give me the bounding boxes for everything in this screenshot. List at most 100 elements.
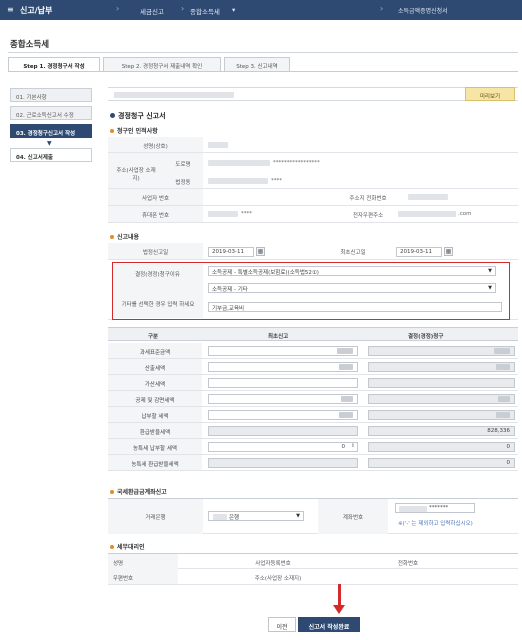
masked-value [114, 92, 234, 98]
table-row: 농특세 납부할 세액 0 ⇕ 0 [108, 439, 518, 455]
sidebar-item-claim-form[interactable]: 03. 경정청구신고서 작성 [10, 124, 92, 138]
sidebar-item-basic-info[interactable]: 01. 기본사항 [10, 88, 92, 102]
masked-mobile: **** [241, 211, 252, 217]
mobile-label: 휴대폰 번호 [141, 213, 170, 219]
chevron-right-icon: › [181, 4, 185, 13]
initial-date-field[interactable]: 2019-03-11 [396, 247, 442, 257]
road-name-label: 도로명 [175, 162, 191, 168]
initial-value-field[interactable] [208, 410, 358, 420]
agent-address-label: 주소(사업장 소재지) [254, 576, 302, 582]
table-row: 농특세 환급받을세액 0 [108, 455, 518, 471]
tab-step1[interactable]: Step 1. 경정청구서 작성 [8, 57, 100, 72]
table-row: 공제 및 감면세액 [108, 391, 518, 407]
initial-value-field [208, 458, 358, 468]
col-claim: 결정(경정)청구 [408, 334, 444, 340]
calendar-icon[interactable]: ▦ [256, 247, 265, 256]
tab-divider [8, 71, 518, 72]
claim-value-field [368, 410, 515, 420]
business-number-label: 사업자 번호 [141, 196, 170, 202]
name-row: 성명(상호) [108, 137, 518, 153]
claim-value-field [368, 362, 515, 372]
initial-value-field[interactable]: 0 ⇕ [208, 442, 358, 452]
initial-value-field[interactable] [208, 394, 358, 404]
initial-value-field[interactable] [208, 346, 358, 356]
masked-value [498, 396, 510, 402]
email-label: 전자우편주소 [352, 213, 384, 219]
dates-row: 법정신고일 2019-03-11 ▦ 최초신고일 2019-03-11 ▦ [108, 243, 518, 260]
filing-heading: 신고내용 [110, 232, 139, 241]
bank-select[interactable]: 은행 ▼ [208, 511, 304, 521]
masked-value [208, 178, 268, 184]
agent-bizno-label: 사업자등록번호 [255, 561, 291, 567]
section-title: 경정청구 신고서 [110, 111, 166, 121]
refund-heading: 국세환급금계좌신고 [110, 487, 167, 496]
initial-value-field [208, 426, 358, 436]
bullet-icon [110, 113, 115, 118]
sidebar-item-submit[interactable]: 04. 신고서제출 [10, 148, 92, 162]
row-label: 환급받을세액 [108, 423, 202, 438]
agent-row-2: 우편번호 주소(사업장 소재지) [108, 569, 518, 585]
income-certificate-link[interactable]: 소득금액증명신청서 [398, 6, 448, 15]
calendar-icon[interactable]: ▦ [444, 247, 453, 256]
refund-row: 거래은행 은행 ▼ 계좌번호 ******* ※('-' 는 제외하고 입력하십… [108, 498, 518, 534]
hamburger-menu-icon[interactable]: ≡ [7, 5, 14, 14]
breadcrumb-tax-filing[interactable]: 세금신고 [140, 6, 164, 16]
breadcrumb-income-tax[interactable]: 종합소득세 [190, 6, 220, 16]
sidebar-item-earned-income[interactable]: 02. 근로소득신고서 수정 [10, 106, 92, 120]
agent-phone-label: 전화번호 [397, 561, 419, 567]
annotation-arrow-head [333, 605, 345, 614]
row-label: 산출세액 [108, 359, 202, 374]
masked-value [398, 211, 456, 217]
highlight-box [112, 262, 510, 320]
address-row: 주소(사업장 소재지) 도로명 법정동 ***************** **… [108, 153, 518, 189]
prev-button[interactable]: 이전 [268, 617, 296, 632]
legal-date-label: 법정신고일 [142, 250, 169, 256]
summary-bar [108, 87, 518, 101]
masked-lot-address: **** [271, 178, 282, 184]
tab-step3[interactable]: Step 3. 신고내역 [224, 57, 290, 72]
table-row: 가산세액 [108, 375, 518, 391]
page-title: 종합소득세 [10, 40, 50, 50]
col-initial: 최초신고 [268, 334, 289, 340]
spinner-icon[interactable]: ⇕ [351, 443, 355, 449]
value: 0 [506, 460, 511, 466]
agent-heading: 세무대리인 [110, 542, 145, 551]
masked-value [208, 160, 270, 166]
claim-value-field: 0 [368, 442, 515, 452]
agent-name-label: 성명 [112, 561, 124, 567]
chevron-right-icon: › [380, 4, 384, 13]
masked-value [408, 194, 448, 200]
masked-value [399, 506, 427, 512]
menu-title[interactable]: 신고/납부 [20, 5, 52, 16]
preview-button[interactable]: 미리보기 [465, 87, 515, 101]
masked-value [213, 514, 227, 520]
initial-value-field[interactable] [208, 378, 358, 388]
masked-value [339, 412, 353, 418]
complete-button[interactable]: 신고서 작성완료 [298, 617, 360, 632]
legal-date-field[interactable]: 2019-03-11 [208, 247, 254, 257]
table-row: 납부할 세액 [108, 407, 518, 423]
bullet-icon [110, 545, 114, 549]
col-category: 구분 [148, 334, 159, 340]
home-phone-label: 주소지 전화번호 [349, 196, 387, 202]
row-label: 농특세 납부할 세액 [108, 439, 202, 454]
divider [8, 52, 518, 53]
agent-row-1: 성명 사업자등록번호 전화번호 [108, 553, 518, 569]
bullet-icon [110, 490, 114, 494]
name-label: 성명(상호) [143, 144, 168, 150]
agent-zip-label: 우편번호 [112, 576, 134, 582]
arrow-down-icon: ▼ [47, 140, 52, 147]
row-label: 가산세액 [108, 375, 202, 390]
table-header: 구분 최초신고 결정(경정)청구 [108, 327, 518, 341]
claimant-heading: 청구인 인적사항 [110, 126, 158, 135]
initial-value-field[interactable] [208, 362, 358, 372]
claim-value-field [368, 346, 515, 356]
tab-step2[interactable]: Step 2. 경정청구서 제출내역 확인 [103, 57, 221, 72]
refund-amount: 828,336 [487, 428, 510, 434]
account-input[interactable]: ******* [395, 503, 475, 513]
top-navigation-bar: ≡ 신고/납부 › 세금신고 › 종합소득세 ▾ › 소득금액증명신청서 [0, 0, 522, 20]
chevron-down-icon[interactable]: ▾ [232, 6, 235, 14]
row-label: 납부할 세액 [108, 407, 202, 422]
bullet-icon [110, 129, 114, 133]
masked-value [339, 364, 353, 370]
